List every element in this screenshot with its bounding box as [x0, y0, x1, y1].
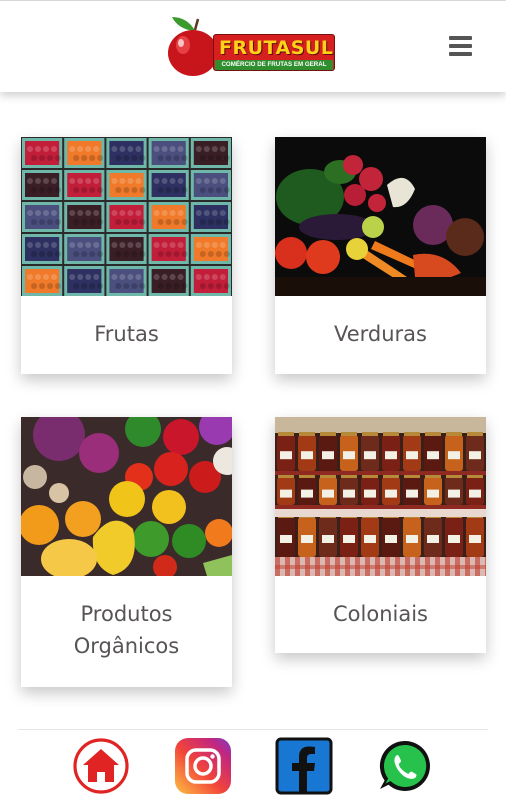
header: FRUTASUL COMÉRCIO DE FRUTAS EM GERAL [0, 0, 506, 92]
hamburger-menu-icon[interactable] [446, 33, 476, 59]
logo-title: FRUTASUL [219, 37, 334, 59]
logo-subtitle: COMÉRCIO DE FRUTAS EM GERAL [215, 60, 333, 70]
footer-divider [18, 729, 488, 730]
category-label-line1: Produtos [80, 602, 173, 626]
category-label: Verduras [333, 322, 427, 346]
instagram-icon[interactable] [174, 737, 232, 795]
category-card-verduras[interactable]: Verduras [275, 137, 486, 374]
frutasul-logo[interactable]: FRUTASUL COMÉRCIO DE FRUTAS EM GERAL [164, 13, 336, 79]
category-card-coloniais[interactable]: Coloniais [275, 417, 486, 653]
category-label: Frutas [94, 322, 159, 346]
category-card-produtos-organicos[interactable]: Produtos Orgânicos [21, 417, 232, 687]
whatsapp-icon[interactable] [376, 737, 434, 795]
preserves-jars-photo [275, 417, 486, 576]
category-card-frutas[interactable]: Frutas [21, 137, 232, 374]
category-label-line2: Orgânicos [73, 634, 180, 658]
home-icon[interactable] [72, 737, 130, 795]
vegetables-photo [275, 137, 486, 296]
berries-baskets-photo [21, 137, 232, 296]
organic-produce-photo [21, 417, 232, 576]
facebook-icon[interactable] [275, 737, 333, 795]
category-label: Coloniais [333, 602, 428, 626]
